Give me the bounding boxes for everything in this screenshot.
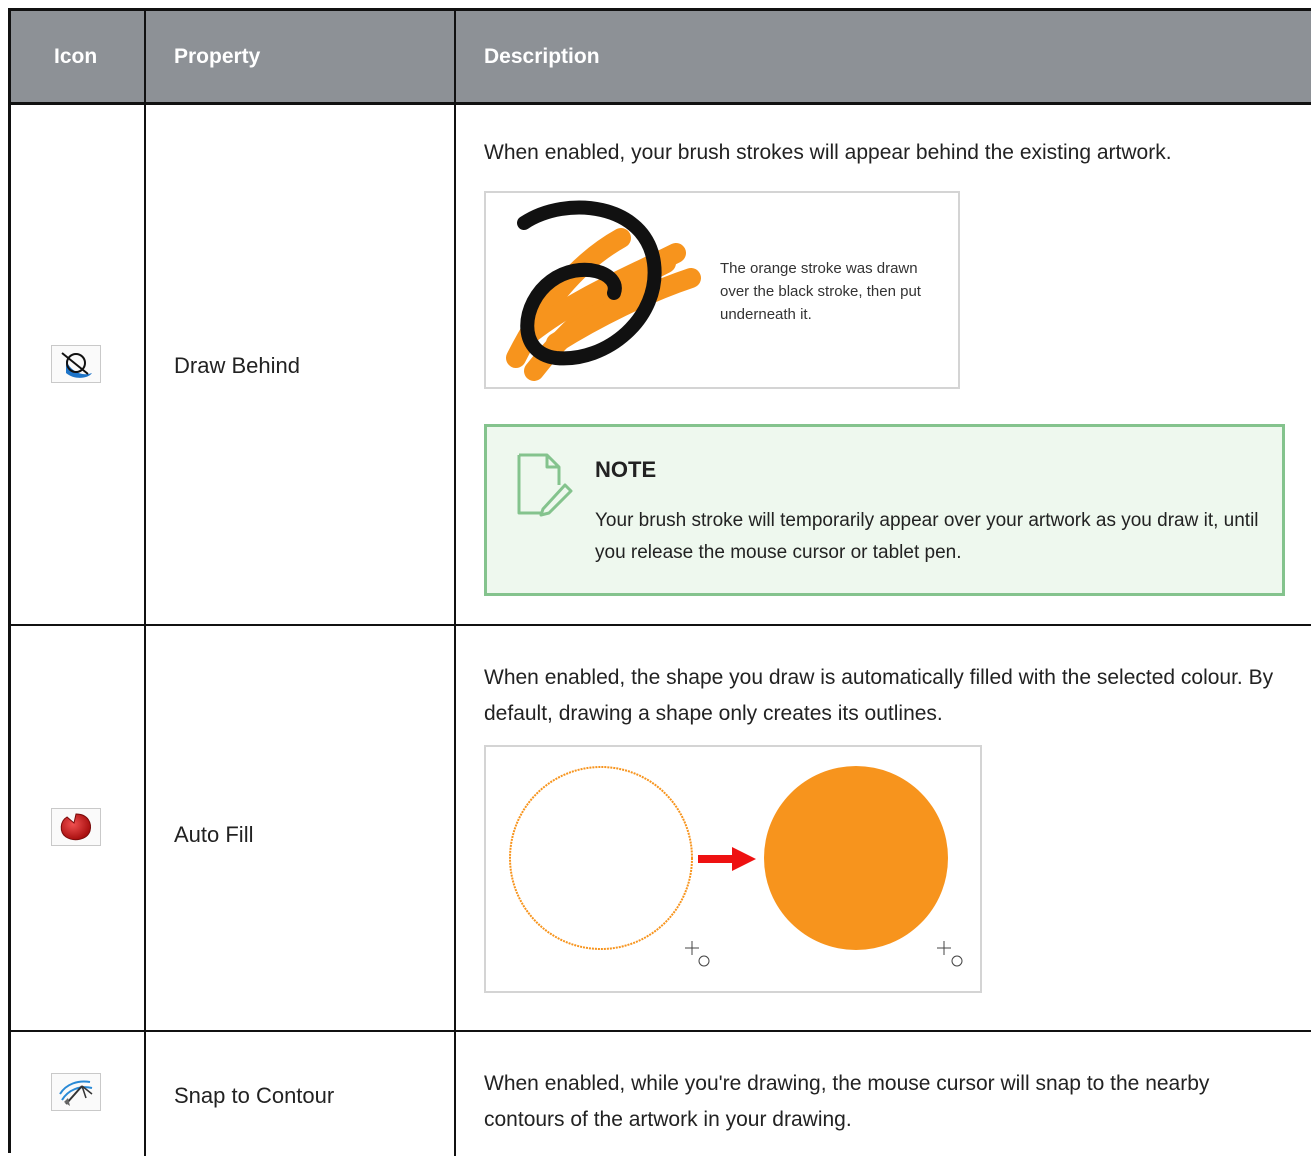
- header-icon: Icon: [54, 45, 98, 68]
- description-text: When enabled, the shape you draw is auto…: [484, 666, 1274, 725]
- table-row: Draw Behind When enabled, your brush str…: [11, 105, 1311, 624]
- description-text: When enabled, your brush strokes will ap…: [484, 141, 1172, 164]
- note-body: Your brush stroke will temporarily appea…: [595, 510, 1259, 563]
- table-header: Icon Property Description: [11, 11, 1311, 105]
- property-name: Draw Behind: [174, 353, 300, 378]
- auto-fill-illustration: [509, 766, 963, 967]
- figure-caption: The orange stroke was drawn over the bla…: [720, 257, 921, 326]
- description-text: When enabled, while you're drawing, the …: [484, 1072, 1210, 1131]
- note-box: NOTE Your brush stroke will temporarily …: [484, 424, 1285, 596]
- figure-caption-line: underneath it.: [720, 306, 812, 323]
- note-icon: [517, 453, 573, 517]
- header-property: Property: [174, 45, 261, 68]
- figure-caption-line: over the black stroke, then put: [720, 283, 921, 300]
- properties-table: Icon Property Description Draw Behind Wh…: [8, 8, 1311, 1156]
- property-name: Snap to Contour: [174, 1083, 335, 1108]
- header-description: Description: [484, 45, 600, 68]
- note-title: NOTE: [595, 457, 657, 482]
- table-row: Snap to Contour When enabled, while you'…: [11, 1032, 1311, 1156]
- table-row: Auto Fill When enabled, the shape you dr…: [11, 626, 1311, 1030]
- draw-behind-figure: The orange stroke was drawn over the bla…: [484, 191, 960, 389]
- draw-behind-icon: [51, 345, 101, 383]
- auto-fill-icon: [51, 808, 101, 846]
- auto-fill-figure: [484, 745, 982, 993]
- snap-to-contour-icon: [51, 1073, 101, 1111]
- figure-caption-line: The orange stroke was drawn: [720, 260, 918, 277]
- property-name: Auto Fill: [174, 822, 254, 847]
